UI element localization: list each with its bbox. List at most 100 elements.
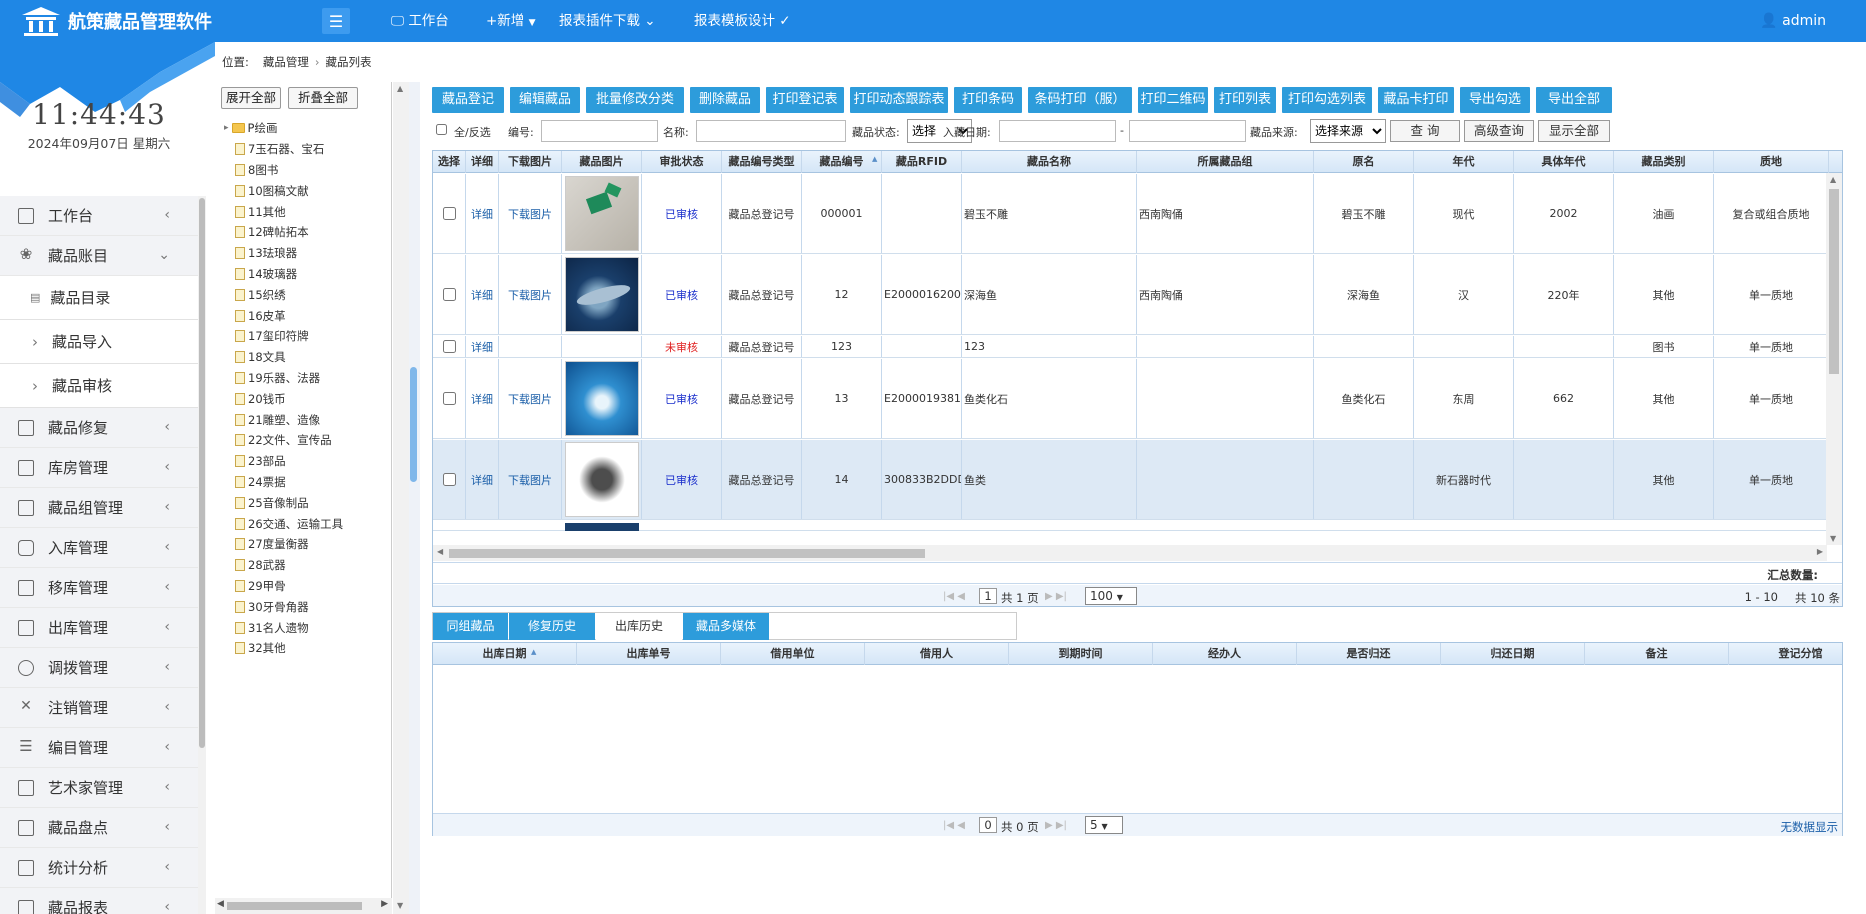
scrollbar-thumb[interactable] (227, 902, 362, 910)
tree-node[interactable]: 18文具 (221, 347, 386, 368)
tree-node[interactable]: 19乐器、法器 (221, 368, 386, 389)
next-page-icon[interactable]: ▶ ▶| (1045, 591, 1067, 602)
next-page-icon[interactable]: ▶ ▶| (1045, 820, 1067, 831)
toolbar-button[interactable]: 藏品卡打印 (1378, 87, 1454, 113)
panel-splitter[interactable] (409, 82, 420, 914)
sidebar-item-transfer-storage[interactable]: 移库管理 ‹ (0, 568, 198, 608)
toolbar-button[interactable]: 打印条码 (954, 87, 1022, 113)
tree-node[interactable]: 28武器 (221, 555, 386, 576)
select-all-checkbox[interactable] (436, 124, 447, 135)
tree-horizontal-scrollbar[interactable]: ◀ ▶ (215, 898, 392, 914)
tab-outbound[interactable]: 出库历史 (596, 613, 682, 640)
toolbar-button[interactable]: 导出全部 (1536, 87, 1612, 113)
cell-detail[interactable]: 详细 (471, 339, 493, 355)
tree-node[interactable]: 21雕塑、造像 (221, 409, 386, 430)
sidebar-item-allocation[interactable]: 调拨管理 ‹ (0, 648, 198, 688)
tree-node[interactable]: 11其他 (221, 201, 386, 222)
date-from-input[interactable] (999, 120, 1116, 142)
sidebar-item-storage[interactable]: 库房管理 ‹ (0, 448, 198, 488)
expand-arrow-icon[interactable]: ▸ (224, 123, 229, 133)
query-button[interactable]: 查 询 (1390, 120, 1460, 142)
splitter-grip[interactable] (410, 367, 417, 482)
sidebar-item-restoration[interactable]: 藏品修复 ‹ (0, 408, 198, 448)
tree-node[interactable]: 7玉石器、宝石 (221, 139, 386, 160)
sidebar-item-cataloging[interactable]: ☰ 编目管理 ‹ (0, 728, 198, 768)
page-size-select[interactable]: 5 ▼ (1085, 816, 1123, 834)
tree-node[interactable]: 8图书 (221, 160, 386, 181)
sidebar-scrollbar[interactable] (198, 196, 206, 914)
advanced-query-button[interactable]: 高级查询 (1464, 120, 1534, 142)
column-header[interactable]: 借用人 (865, 643, 1009, 665)
code-input[interactable] (541, 120, 658, 142)
column-header[interactable]: 出库日期 (433, 643, 577, 665)
column-header[interactable]: 具体年代 (1514, 151, 1614, 173)
breadcrumb-level1[interactable]: 藏品管理 (263, 54, 309, 70)
column-header[interactable]: 质地 (1714, 151, 1829, 173)
tree-node[interactable]: 10图稿文献 (221, 180, 386, 201)
toolbar-button[interactable]: 编辑藏品 (510, 87, 580, 113)
column-header[interactable]: 登记分馆 (1729, 643, 1866, 665)
menu-toggle-button[interactable]: ☰ (322, 8, 350, 34)
cell-download[interactable]: 下载图片 (508, 287, 552, 303)
collection-thumbnail[interactable] (565, 523, 639, 531)
tree-node[interactable]: 20钱币 (221, 388, 386, 409)
toolbar-button[interactable]: 打印列表 (1214, 87, 1276, 113)
sidebar-item-workbench[interactable]: 工作台 ‹ (0, 196, 198, 236)
date-to-input[interactable] (1129, 120, 1246, 142)
sidebar-item-groups[interactable]: 藏品组管理 ‹ (0, 488, 198, 528)
column-header[interactable]: 藏品名称 (962, 151, 1137, 173)
collection-thumbnail[interactable] (564, 361, 639, 436)
tree-node[interactable]: 27度量衡器 (221, 534, 386, 555)
arrow-right-icon[interactable]: ▶ (1817, 547, 1823, 556)
column-header[interactable]: 藏品RFID (882, 151, 962, 173)
collection-thumbnail[interactable] (564, 442, 639, 517)
column-header[interactable]: 到期时间 (1009, 643, 1153, 665)
column-header[interactable]: 藏品编号类型 (722, 151, 802, 173)
name-input[interactable] (696, 120, 846, 142)
collection-thumbnail[interactable] (564, 257, 639, 332)
cell-download[interactable]: 下载图片 (508, 391, 552, 407)
tree-node[interactable]: 12碑帖拓本 (221, 222, 386, 243)
column-header[interactable]: 所属藏品组 (1137, 151, 1314, 173)
topnav-new[interactable]: +新增 ▼ (486, 0, 536, 42)
sidebar-item-outbound[interactable]: 出库管理 ‹ (0, 608, 198, 648)
table-row[interactable] (433, 521, 1827, 531)
tree-node[interactable]: 29甲骨 (221, 576, 386, 597)
column-header[interactable]: 藏品类别 (1614, 151, 1714, 173)
toolbar-button[interactable]: 打印二维码 (1138, 87, 1208, 113)
cell-download[interactable]: 下载图片 (508, 472, 552, 488)
tree-node[interactable]: 30牙骨角器 (221, 596, 386, 617)
first-page-icon[interactable]: |◀ ◀ (943, 591, 965, 602)
arrow-down-icon[interactable]: ▼ (397, 901, 403, 910)
toolbar-button[interactable]: 条码打印（服） (1028, 87, 1132, 113)
table-row[interactable]: 详细 下载图片 已审核 藏品总登记号 000001 碧玉不雕 西南陶俑 碧玉不雕 现代 2002 油… (433, 174, 1829, 254)
row-checkbox[interactable] (442, 392, 456, 405)
column-header[interactable]: 下载图片 (499, 151, 562, 173)
page-input[interactable]: 1 (979, 588, 997, 604)
sidebar-item-artists[interactable]: 艺术家管理 ‹ (0, 768, 198, 808)
sidebar-item-review[interactable]: › 藏品审核 (0, 364, 198, 408)
topnav-workbench[interactable]: 🖵 工作台 (391, 0, 449, 42)
column-header[interactable]: 选择 (433, 151, 466, 173)
source-select[interactable]: 选择来源 (1310, 119, 1386, 143)
tree-node[interactable]: 24票据 (221, 472, 386, 493)
arrow-down-icon[interactable]: ▼ (1830, 534, 1836, 543)
toolbar-button[interactable]: 批量修改分类 (586, 87, 684, 113)
tree-vertical-scrollbar[interactable]: ▲ ▼ (393, 82, 409, 914)
toolbar-button[interactable]: 导出勾选 (1460, 87, 1530, 113)
arrow-right-icon[interactable]: ▶ (381, 899, 388, 909)
sidebar-item-cancellation[interactable]: ✕ 注销管理 ‹ (0, 688, 198, 728)
sort-asc-icon[interactable]: ▲ (872, 155, 877, 163)
collection-thumbnail[interactable] (564, 176, 639, 251)
expand-all-button[interactable]: 展开全部 (221, 87, 281, 109)
table-row[interactable]: 详细 下载图片 已审核 藏品总登记号 13 E20000193812 鱼类化石 鱼类化石 东周 6… (433, 359, 1829, 439)
tree-node[interactable]: ▸ P绘画 (221, 118, 386, 139)
toolbar-button[interactable]: 打印动态跟踪表 (850, 87, 948, 113)
cell-detail[interactable]: 详细 (471, 472, 493, 488)
column-header[interactable]: 是否归还 (1297, 643, 1441, 665)
toolbar-button[interactable]: 打印登记表 (766, 87, 844, 113)
column-header[interactable]: 详细 (466, 151, 499, 173)
sort-asc-icon[interactable]: ▲ (531, 648, 536, 656)
tree-node[interactable]: 14玻璃器 (221, 264, 386, 285)
table-row[interactable]: 详细 下载图片 已审核 藏品总登记号 12 E2000016200A 深海鱼 西南陶俑 深海鱼汉… (433, 255, 1829, 335)
